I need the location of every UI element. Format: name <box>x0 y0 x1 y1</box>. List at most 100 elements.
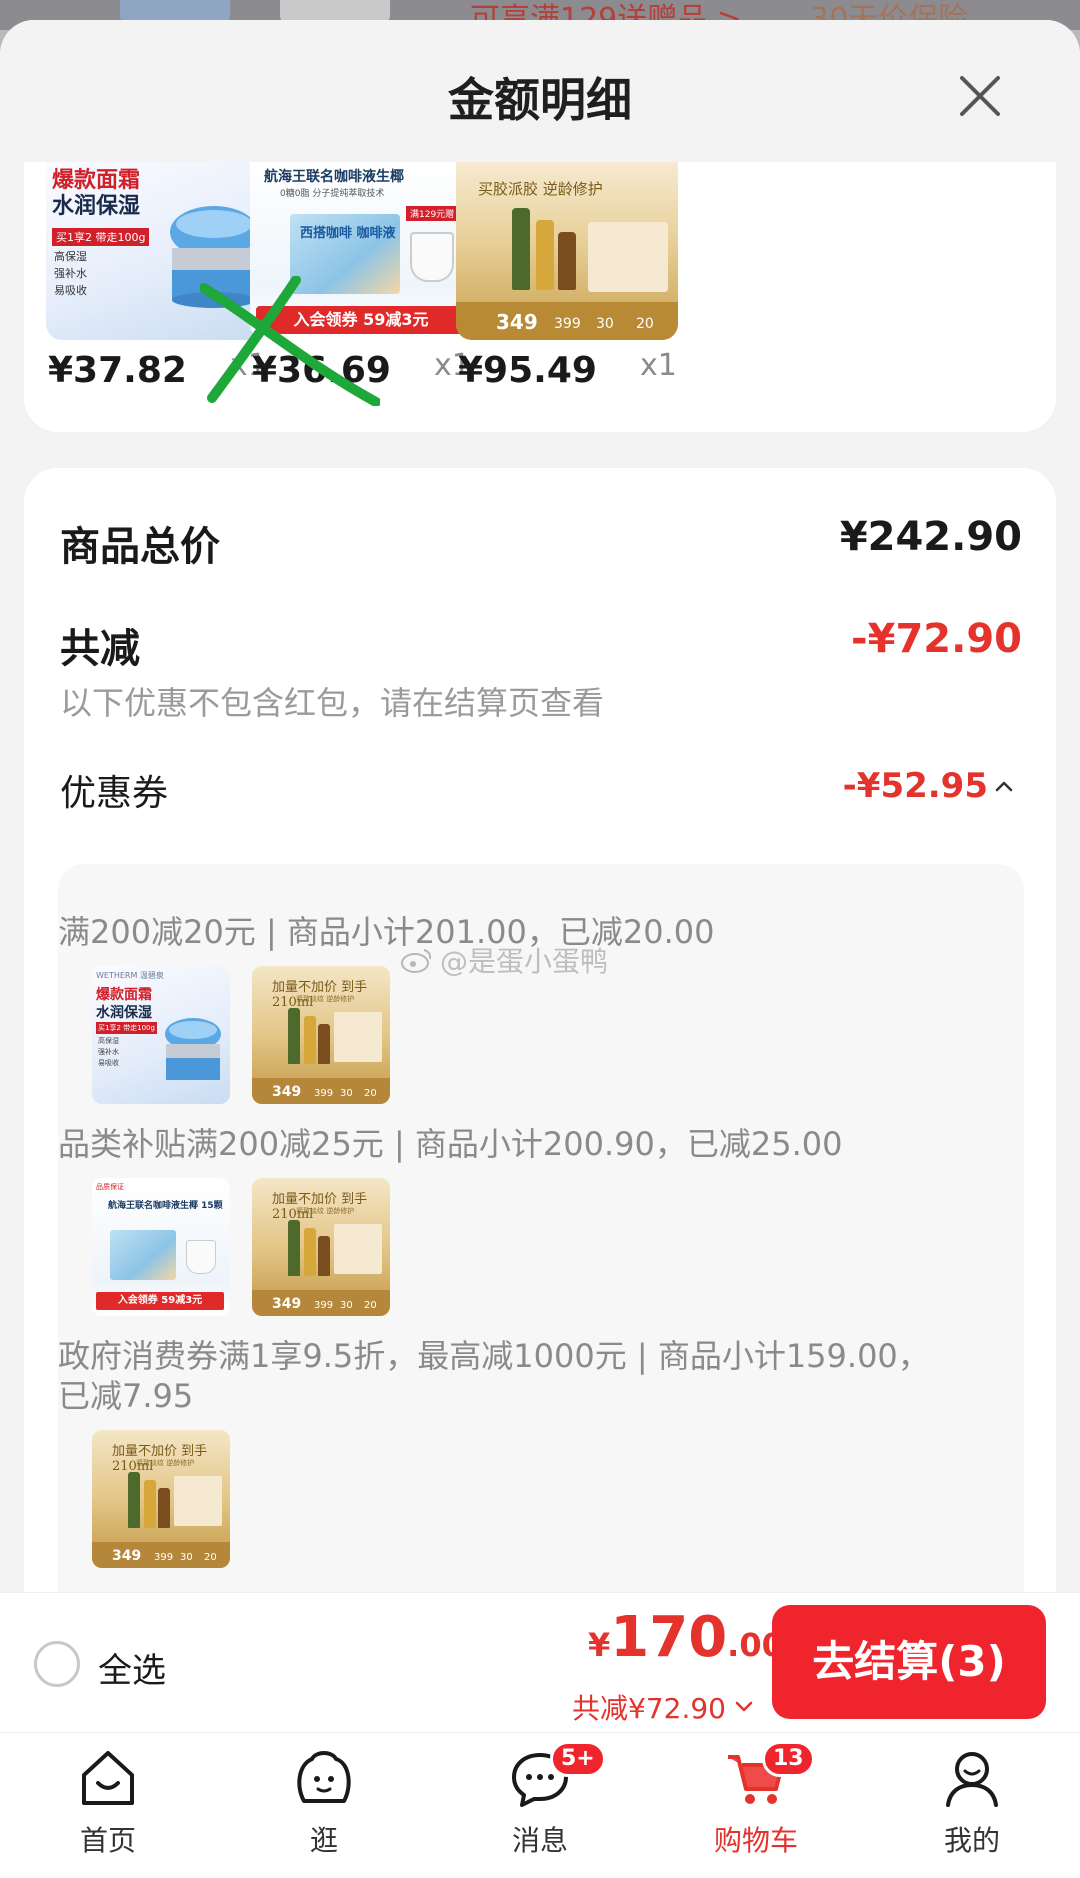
thumbnail-text: 349 <box>272 1084 302 1100</box>
coupon-product-thumbnail: WETHERM 温碧泉 爆款面霜 水润保湿 买1享2 带走100g 高保湿 强补… <box>92 966 230 1104</box>
nav-item-browse[interactable]: 逛 <box>264 1747 384 1871</box>
thumbnail-text: 30 <box>340 1088 353 1099</box>
cup-image <box>410 232 454 282</box>
image-text: 20 <box>636 316 654 332</box>
product-price: ¥37.82 <box>48 350 187 391</box>
thumbnail-text: 30 <box>180 1552 193 1563</box>
nav-item-messages[interactable]: 5+ 消息 <box>480 1741 606 1871</box>
thumbnail-text: 品质保证 <box>96 1183 124 1191</box>
bottle-image <box>536 220 554 290</box>
sheet-title: 金额明细 <box>448 73 632 127</box>
image-feature-list: 高保湿 强补水 易吸收 <box>54 248 87 299</box>
image-tag: 买1享2 带走100g <box>52 228 150 246</box>
nav-label: 购物车 <box>713 1824 798 1857</box>
thumbnail-text: 紧致淡纹 逆龄修护 <box>136 1459 195 1467</box>
thumbnail-text: 399 <box>314 1300 334 1311</box>
weibo-icon <box>401 949 432 973</box>
bottle-image <box>144 1480 156 1528</box>
thumbnail-text: 399 <box>154 1552 174 1563</box>
image-text: 买胶派胶 逆龄修护 <box>478 180 603 198</box>
close-icon[interactable] <box>950 66 1010 126</box>
coupon-product-thumbnail: 加量不加价 到手210ml 紧致淡纹 逆龄修护 349 399 30 20 <box>252 1178 390 1316</box>
image-text: 0糖0脂 分子提纯萃取技术 <box>280 189 385 199</box>
bottle-image <box>318 1236 330 1276</box>
bottle-image <box>304 1016 316 1064</box>
discount-summary: 共减¥72.90 <box>572 1692 726 1725</box>
thumbnail-panel <box>174 1476 222 1526</box>
coupon-amount-toggle[interactable]: -¥52.95 <box>843 766 1014 806</box>
thumbnail-text: 20 <box>204 1552 217 1563</box>
home-icon <box>82 1751 134 1805</box>
select-all-label[interactable]: 全选 <box>98 1643 166 1692</box>
discount-hint: 以下优惠不包含红包，请在结算页查看 <box>60 684 605 722</box>
chevron-up-icon <box>995 781 1013 792</box>
checkout-total: ¥170.00 <box>588 1605 784 1670</box>
checkout-button[interactable]: 去结算(3) <box>772 1605 1046 1719</box>
thumbnail-text: 水润保湿 <box>96 1005 152 1021</box>
amount-detail-sheet: 金额明细 爆款面霜 水润保湿 买1享2 带走100g 高保湿 强补水 易吸收 ¥… <box>0 20 1080 1592</box>
thumbnail-text: 加量不加价 到手210ml <box>112 1444 208 1474</box>
thumbnail-text: 加量不加价 到手210ml <box>272 1192 368 1222</box>
thumbnail-ribbon: 入会领券 59减3元 <box>96 1292 224 1310</box>
cup-image <box>186 1240 216 1274</box>
thumbnail-text: 349 <box>272 1296 302 1312</box>
nav-label: 我的 <box>943 1824 1000 1857</box>
coupon-label: 优惠券 <box>60 773 169 814</box>
image-feature: 高保湿 <box>54 250 87 263</box>
image-feature: 强补水 <box>54 267 87 280</box>
bottle-image <box>304 1228 316 1276</box>
thumbnail-text: 强补水 <box>98 1048 119 1056</box>
coupon-amount: -¥52.95 <box>842 766 988 806</box>
image-panel <box>588 222 668 292</box>
product-price: ¥95.49 <box>458 350 597 391</box>
discount-summary-toggle[interactable]: 共减¥72.90 <box>572 1687 754 1727</box>
image-text: 399 <box>554 316 581 332</box>
thumbnail-panel <box>334 1224 382 1274</box>
background-thumbnail <box>280 0 390 22</box>
thumbnail-text: 30 <box>340 1300 353 1311</box>
message-badge: 5+ <box>550 1741 606 1777</box>
thumbnail-text: 紧致淡纹 逆龄修护 <box>296 1207 355 1215</box>
bottom-navigation: 首页 逛 5+ 消息 13 购物车 我的 <box>0 1732 1080 1878</box>
currency-symbol: ¥ <box>588 1626 611 1664</box>
coupon-product-thumbnail: 品质保证 航海王联名咖啡液生椰 15颗 入会领券 59减3元 <box>92 1178 230 1316</box>
nav-label: 首页 <box>79 1824 136 1857</box>
coupon-rule: 品类补贴满200减25元 | 商品小计200.90，已减25.00 <box>58 1125 843 1163</box>
nav-label: 消息 <box>511 1824 568 1857</box>
bottle-image <box>558 232 576 290</box>
select-all-checkbox[interactable] <box>34 1641 80 1687</box>
nav-item-cart[interactable]: 13 购物车 <box>696 1741 816 1871</box>
bottle-image <box>512 208 530 290</box>
thumbnail-text: WETHERM 温碧泉 <box>96 971 164 980</box>
thumbnail-text: 349 <box>112 1548 142 1564</box>
total-price-label: 商品总价 <box>60 524 220 570</box>
cross-out-mark <box>200 276 380 406</box>
thumbnail-text: 航海王联名咖啡液生椰 15颗 <box>108 1201 223 1211</box>
thumbnail-text: 20 <box>364 1088 377 1099</box>
bottle-image <box>128 1472 140 1528</box>
bottle-image <box>318 1024 330 1064</box>
thumbnail-text: 高保湿 <box>98 1037 119 1045</box>
thumbnail-text: 紧致淡纹 逆龄修护 <box>296 995 355 1003</box>
browse-icon <box>297 1751 351 1803</box>
bottle-image <box>158 1488 170 1528</box>
watermark: @是蛋小蛋鸭 <box>400 940 608 980</box>
image-text: 30 <box>596 316 614 332</box>
coupon-product-thumbnail: 加量不加价 到手210ml 紧致淡纹 逆龄修护 349 399 30 20 <box>92 1430 230 1568</box>
nav-item-home[interactable]: 首页 <box>48 1747 168 1871</box>
image-badge: 满129元赠 <box>406 206 459 221</box>
image-text: 航海王联名咖啡液生椰 <box>264 169 404 185</box>
thumbnail-tag: 买1享2 带走100g <box>96 1022 157 1034</box>
product-strip: 爆款面霜 水润保湿 买1享2 带走100g 高保湿 强补水 易吸收 ¥37.82… <box>24 162 1056 432</box>
image-text: 水润保湿 <box>52 194 141 219</box>
thumbnail-text: 加量不加价 到手210ml <box>272 980 368 1010</box>
product-item[interactable]: 买胶派胶 逆龄修护 349 399 30 20 ¥95.49 x1 <box>456 162 686 392</box>
image-text: 349 <box>496 310 538 334</box>
checkout-bar: 全选 ¥170.00 共减¥72.90 去结算(3) <box>0 1592 1080 1732</box>
nav-item-profile[interactable]: 我的 <box>912 1747 1032 1871</box>
bottle-image <box>288 1008 300 1064</box>
product-image: 买胶派胶 逆龄修护 349 399 30 20 <box>456 162 678 340</box>
nav-label: 逛 <box>309 1824 338 1857</box>
thumbnail-text: 399 <box>314 1088 334 1099</box>
image-feature: 易吸收 <box>54 284 87 297</box>
